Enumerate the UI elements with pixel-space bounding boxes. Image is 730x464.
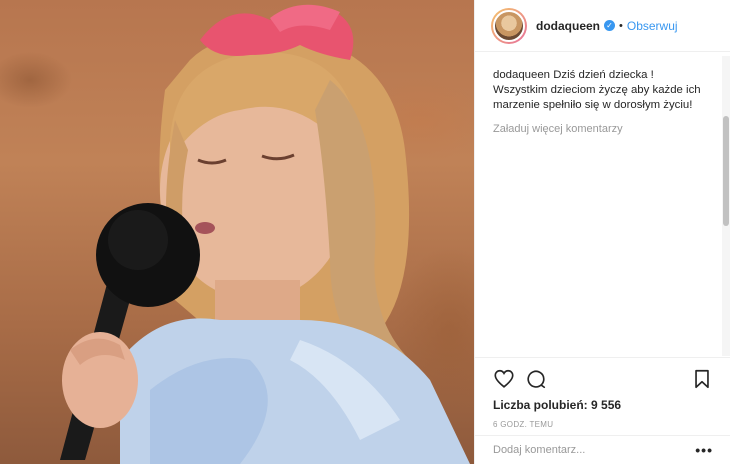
header-username[interactable]: dodaqueen [536,19,600,33]
post-header: dodaqueen ✓ • Obserwuj [475,0,730,52]
comments-scrollbar[interactable] [722,56,730,356]
caption-username[interactable]: dodaqueen [493,69,550,81]
post-side-panel: dodaqueen ✓ • Obserwuj dodaqueen Dziś dz… [474,0,730,464]
post-photo[interactable] [0,0,474,464]
post-timestamp[interactable]: 6 GODZ. TEMU [493,420,713,429]
likes-count[interactable]: Liczba polubień: 9 556 [493,398,713,412]
bookmark-icon[interactable] [691,368,713,390]
action-buttons [493,366,713,392]
likes-label: Liczba polubień: [493,398,588,412]
load-more-comments-button[interactable]: Załaduj więcej komentarzy [493,123,705,135]
comment-bubble-icon[interactable] [525,368,547,390]
header-separator: • [619,19,623,32]
post-actions-section: Liczba polubień: 9 556 6 GODZ. TEMU [475,357,730,429]
post-photo-illustration [60,4,470,464]
comments-area: dodaqueen Dziś dzień dziecka ! Wszystkim… [475,56,723,356]
post-caption: dodaqueen Dziś dzień dziecka ! Wszystkim… [493,68,705,113]
add-comment-section: ••• [475,435,730,464]
avatar-image [493,9,525,42]
profile-avatar[interactable] [491,7,527,44]
more-options-button[interactable]: ••• [695,442,713,458]
scrollbar-thumb[interactable] [723,116,729,226]
likes-value: 9 556 [591,398,622,412]
follow-button[interactable]: Obserwuj [627,19,678,33]
heart-icon[interactable] [493,368,515,390]
comment-input[interactable] [493,444,696,456]
verified-badge-icon: ✓ [604,20,616,31]
